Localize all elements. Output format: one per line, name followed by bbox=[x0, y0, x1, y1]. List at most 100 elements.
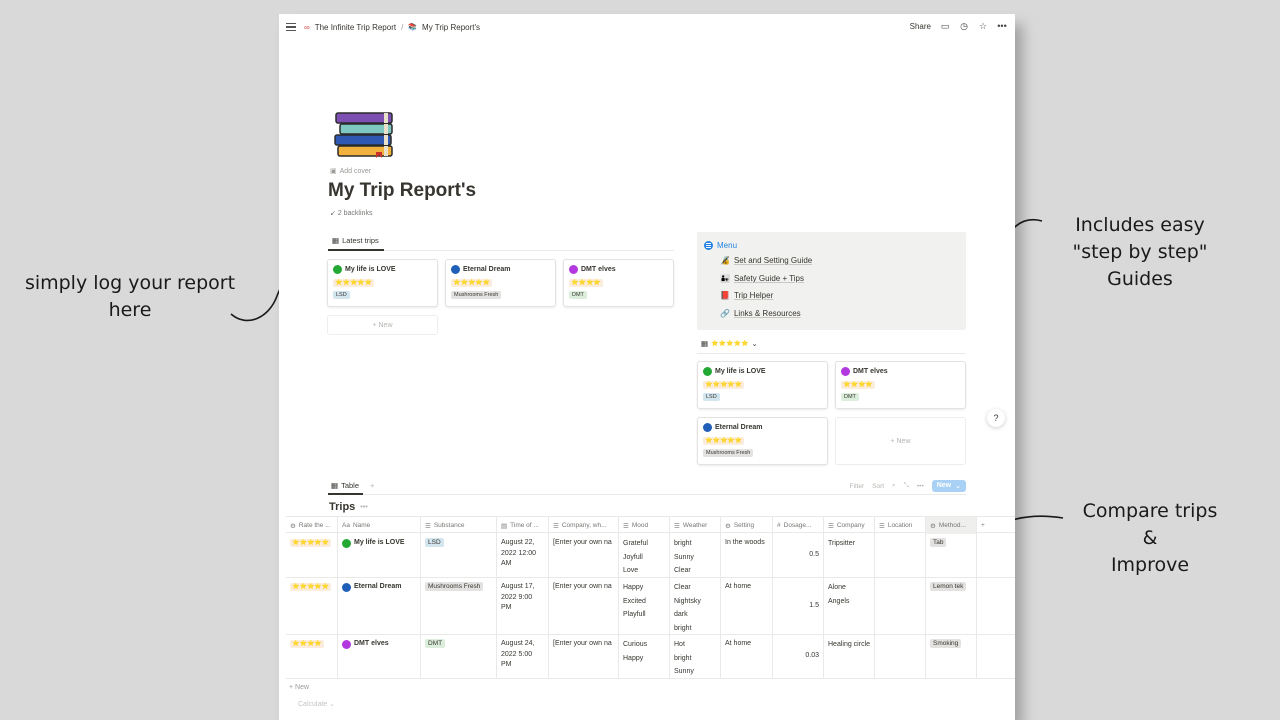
column-header[interactable]: ☰ Location bbox=[875, 517, 926, 534]
column-header[interactable]: ⚙ Setting bbox=[721, 517, 773, 534]
add-column-icon[interactable]: + bbox=[977, 517, 997, 534]
tab-rated[interactable]: ▦ ⭐⭐⭐⭐⭐ ⌄ bbox=[701, 339, 758, 348]
breadcrumb-current[interactable]: My Trip Report's bbox=[422, 23, 480, 32]
tab-latest-trips[interactable]: ▦ Latest trips bbox=[332, 236, 379, 245]
cell-company-wh[interactable]: [Enter your own na bbox=[549, 578, 619, 634]
rating-stars: ⭐⭐⭐⭐ bbox=[841, 381, 875, 389]
cell-name[interactable]: Eternal Dream bbox=[338, 578, 421, 634]
cell-name[interactable]: DMT elves bbox=[338, 635, 421, 678]
column-header[interactable]: ☰ Substance bbox=[421, 517, 497, 534]
sort-button[interactable]: Sort bbox=[872, 483, 884, 490]
cell-mood[interactable]: Grateful Joyfull Love bbox=[619, 534, 670, 577]
cell-dosage[interactable]: 1.5 bbox=[773, 578, 824, 634]
cell-rate[interactable]: ⭐⭐⭐⭐⭐ bbox=[286, 578, 338, 634]
chevron-down-icon[interactable]: ⌄ bbox=[955, 482, 961, 490]
column-header[interactable]: # Dosage... bbox=[773, 517, 824, 534]
cell-mood[interactable]: Curious Happy bbox=[619, 635, 670, 678]
cell-time[interactable]: August 24, 2022 5:00 PM bbox=[497, 635, 549, 678]
gallery-card[interactable]: My life is LOVE ⭐⭐⭐⭐⭐ LSD bbox=[697, 361, 828, 409]
gallery-card[interactable]: My life is LOVE ⭐⭐⭐⭐⭐ LSD bbox=[327, 259, 438, 307]
column-header[interactable]: ⚙ Rate the ... bbox=[286, 517, 338, 534]
gallery-card[interactable]: Eternal Dream ⭐⭐⭐⭐⭐ Mushrooms Fresh bbox=[445, 259, 556, 307]
gallery-new-button[interactable]: + New bbox=[327, 315, 438, 335]
annotation-line: Improve bbox=[1110, 554, 1190, 576]
gallery-card[interactable]: DMT elves ⭐⭐⭐⭐ DMT bbox=[835, 361, 966, 409]
backlinks-link[interactable]: ↙ 2 backlinks bbox=[330, 209, 372, 217]
cell-company-wh[interactable]: [Enter your own na bbox=[549, 534, 619, 577]
cell-substance[interactable]: LSD bbox=[421, 534, 497, 577]
cell-method[interactable]: Lemon tek bbox=[926, 578, 977, 634]
more-icon[interactable]: ••• bbox=[997, 21, 1007, 31]
more-icon[interactable]: ••• bbox=[917, 483, 924, 490]
share-button[interactable]: Share bbox=[910, 22, 931, 31]
more-icon[interactable]: ••• bbox=[360, 504, 367, 511]
menu-item-trip-helper[interactable]: 📕 Trip Helper bbox=[720, 291, 773, 300]
menu-item-label: Links & Resources bbox=[733, 309, 801, 318]
menu-item-set-setting[interactable]: 🔏 Set and Setting Guide bbox=[720, 256, 812, 265]
cell-mood[interactable]: Happy Excited Playfull bbox=[619, 578, 670, 634]
clock-icon[interactable]: ◷ bbox=[959, 21, 969, 31]
cell-company[interactable]: Alone Angels bbox=[824, 578, 875, 634]
cell-setting[interactable]: In the woods bbox=[721, 534, 773, 577]
column-header[interactable]: Aa Name bbox=[338, 517, 421, 534]
expand-icon[interactable]: ⤡ bbox=[904, 482, 909, 490]
cell-name[interactable]: My life is LOVE bbox=[338, 534, 421, 577]
infinity-icon: ∞ bbox=[304, 22, 310, 32]
page-title[interactable]: My Trip Report's bbox=[328, 180, 476, 202]
add-view-icon[interactable]: + bbox=[370, 481, 374, 490]
column-header[interactable]: ☰ Weather bbox=[670, 517, 721, 534]
filter-button[interactable]: Filter bbox=[850, 483, 864, 490]
card-title-text: Eternal Dream bbox=[463, 266, 511, 273]
column-header[interactable]: ☰ Mood bbox=[619, 517, 670, 534]
cell-dosage[interactable]: 0.5 bbox=[773, 534, 824, 577]
status-dot-icon bbox=[342, 582, 351, 592]
multi-select-value: Clear bbox=[674, 567, 691, 574]
cell-company[interactable]: Healing circle bbox=[824, 635, 875, 678]
help-button[interactable]: ? bbox=[987, 409, 1005, 427]
cell-rate[interactable]: ⭐⭐⭐⭐ bbox=[286, 635, 338, 678]
new-button[interactable]: New ⌄ bbox=[931, 480, 966, 492]
table-row[interactable]: ⭐⭐⭐⭐ DMT elves DMT August 24, 2022 5:00 PM [… bbox=[286, 635, 1015, 679]
comment-icon[interactable]: ▭ bbox=[940, 21, 950, 31]
chevron-down-icon: ⌄ bbox=[751, 339, 758, 348]
cell-substance[interactable]: DMT bbox=[421, 635, 497, 678]
cell-setting[interactable]: At home bbox=[721, 578, 773, 634]
menu-icon[interactable] bbox=[286, 23, 296, 31]
add-cover-button[interactable]: ▣ Add cover bbox=[330, 167, 371, 176]
menu-item-safety[interactable]: 👨‍👧 Safety Guide + Tips bbox=[720, 274, 804, 283]
cell-location[interactable] bbox=[875, 534, 926, 577]
column-header[interactable]: ⚙ Method... bbox=[926, 517, 977, 534]
gallery-card[interactable]: Eternal Dream ⭐⭐⭐⭐⭐ Mushrooms Fresh bbox=[697, 417, 828, 465]
gallery-card[interactable]: DMT elves ⭐⭐⭐⭐ DMT bbox=[563, 259, 674, 307]
column-header[interactable]: ☰ Company, wh... bbox=[549, 517, 619, 534]
tab-table[interactable]: ▦ Table + bbox=[331, 481, 374, 490]
add-row-button[interactable]: + New bbox=[289, 684, 309, 691]
cell-method[interactable]: Smoking bbox=[926, 635, 977, 678]
table-row[interactable]: ⭐⭐⭐⭐⭐ Eternal Dream Mushrooms Fresh August … bbox=[286, 578, 1015, 635]
column-header[interactable]: ☰ Company bbox=[824, 517, 875, 534]
rating-stars: ⭐⭐⭐⭐⭐ bbox=[703, 437, 745, 445]
cell-setting[interactable]: At home bbox=[721, 635, 773, 678]
cell-weather[interactable]: Hot bright Sunny bbox=[670, 635, 721, 678]
cell-time[interactable]: August 22, 2022 12:00 AM bbox=[497, 534, 549, 577]
table-title-text[interactable]: Trips bbox=[329, 501, 355, 513]
cell-dosage[interactable]: 0.03 bbox=[773, 635, 824, 678]
cell-rate[interactable]: ⭐⭐⭐⭐⭐ bbox=[286, 534, 338, 577]
cell-company-wh[interactable]: [Enter your own na bbox=[549, 635, 619, 678]
cell-time[interactable]: August 17, 2022 9:00 PM bbox=[497, 578, 549, 634]
cell-substance[interactable]: Mushrooms Fresh bbox=[421, 578, 497, 634]
cell-method[interactable]: Tab bbox=[926, 534, 977, 577]
cell-company[interactable]: Tripsitter bbox=[824, 534, 875, 577]
cell-weather[interactable]: bright Sunny Clear bbox=[670, 534, 721, 577]
table-row[interactable]: ⭐⭐⭐⭐⭐ My life is LOVE LSD August 22, 2022 1… bbox=[286, 534, 1015, 578]
breadcrumb-parent[interactable]: The Infinite Trip Report bbox=[315, 23, 396, 32]
star-icon[interactable]: ☆ bbox=[978, 21, 988, 31]
cell-location[interactable] bbox=[875, 635, 926, 678]
gallery-new-button[interactable]: + New bbox=[835, 417, 966, 465]
cell-weather[interactable]: Clear Nightsky dark bright bbox=[670, 578, 721, 634]
column-header[interactable]: ▤ Time of ... bbox=[497, 517, 549, 534]
menu-item-links[interactable]: 🔗 Links & Resources bbox=[720, 309, 801, 318]
calculate-button[interactable]: Calculate ⌄ bbox=[298, 700, 335, 708]
search-icon[interactable]: ⌕ bbox=[892, 482, 896, 490]
cell-location[interactable] bbox=[875, 578, 926, 634]
